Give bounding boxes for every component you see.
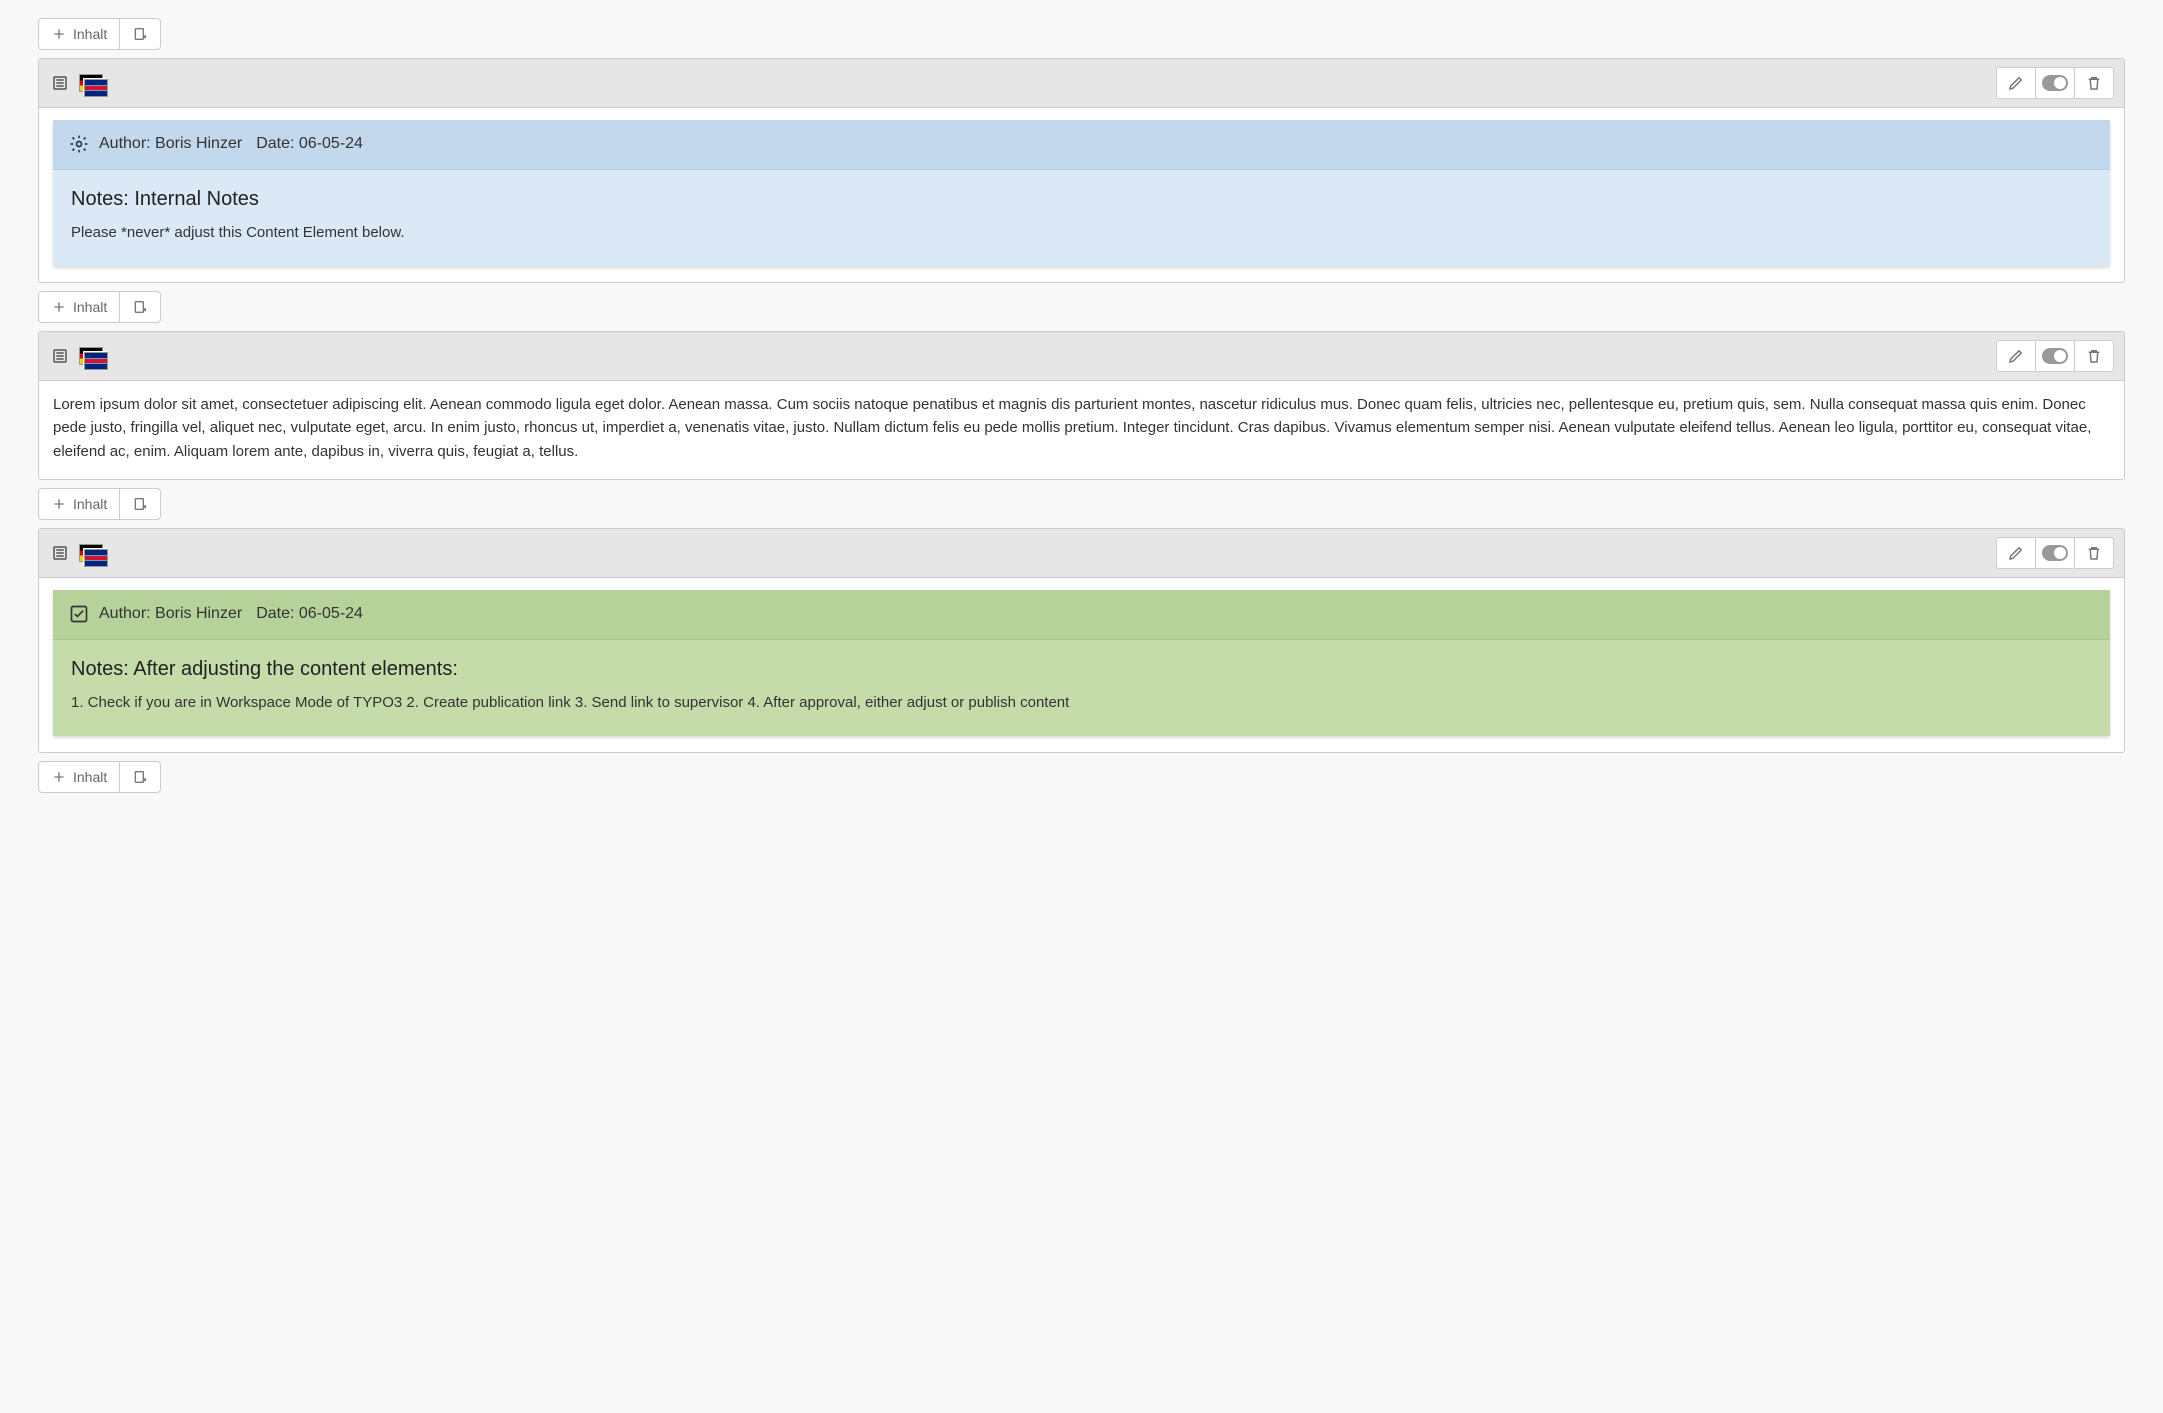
content-element: Author: Boris Hinzer Date: 06-05-24 Note… — [38, 58, 2125, 283]
toggle-visibility-button[interactable] — [2035, 67, 2075, 99]
note-header: Author: Boris Hinzer Date: 06-05-24 — [53, 590, 2110, 640]
content-element-body: Author: Boris Hinzer Date: 06-05-24 Note… — [39, 578, 2124, 752]
delete-button[interactable] — [2074, 537, 2114, 569]
content-element-header[interactable] — [39, 529, 2124, 578]
date-label: Date: — [256, 135, 294, 152]
add-content-paste-button[interactable] — [119, 488, 161, 520]
note-title: Notes: Internal Notes — [71, 184, 2092, 215]
note-block: Author: Boris Hinzer Date: 06-05-24 Note… — [53, 120, 2110, 266]
content-type-icon — [49, 345, 71, 367]
note-body: Notes: Internal Notes Please *never* adj… — [53, 170, 2110, 266]
edit-button[interactable] — [1996, 67, 2036, 99]
note-text: 1. Check if you are in Workspace Mode of… — [71, 691, 2092, 714]
content-element-header[interactable] — [39, 59, 2124, 108]
gear-icon — [69, 134, 89, 154]
plus-icon — [51, 26, 67, 42]
add-content-button[interactable]: Inhalt — [38, 291, 120, 323]
content-text: Lorem ipsum dolor sit amet, consectetuer… — [53, 393, 2110, 463]
delete-button[interactable] — [2074, 340, 2114, 372]
content-element: Lorem ipsum dolor sit amet, consectetuer… — [38, 331, 2125, 480]
add-content-row: Inhalt — [38, 18, 2125, 50]
content-element-header[interactable] — [39, 332, 2124, 381]
add-content-row: Inhalt — [38, 291, 2125, 323]
content-type-icon — [49, 72, 71, 94]
pencil-icon — [2007, 74, 2025, 92]
add-content-button[interactable]: Inhalt — [38, 18, 120, 50]
paste-icon — [132, 299, 148, 315]
add-content-paste-button[interactable] — [119, 761, 161, 793]
add-content-paste-button[interactable] — [119, 18, 161, 50]
trash-icon — [2085, 74, 2103, 92]
paste-icon — [132, 26, 148, 42]
pencil-icon — [2007, 544, 2025, 562]
language-flag-icon — [79, 544, 103, 562]
toggle-visibility-button[interactable] — [2035, 340, 2075, 372]
delete-button[interactable] — [2074, 67, 2114, 99]
author-label: Author: — [99, 605, 151, 622]
author-label: Author: — [99, 135, 151, 152]
add-content-label: Inhalt — [73, 769, 107, 785]
note-body: Notes: After adjusting the content eleme… — [53, 640, 2110, 736]
edit-button[interactable] — [1996, 537, 2036, 569]
note-title: Notes: After adjusting the content eleme… — [71, 654, 2092, 685]
plus-icon — [51, 496, 67, 512]
action-group — [1996, 67, 2114, 99]
check-icon — [69, 604, 89, 624]
action-group — [1996, 537, 2114, 569]
author-value: Boris Hinzer — [155, 605, 242, 622]
pencil-icon — [2007, 347, 2025, 365]
toggle-icon — [2042, 545, 2068, 561]
toggle-icon — [2042, 348, 2068, 364]
language-flag-icon — [79, 74, 103, 92]
note-block: Author: Boris Hinzer Date: 06-05-24 Note… — [53, 590, 2110, 736]
date-value: 06-05-24 — [299, 605, 363, 622]
plus-icon — [51, 769, 67, 785]
content-element: Author: Boris Hinzer Date: 06-05-24 Note… — [38, 528, 2125, 753]
add-content-label: Inhalt — [73, 299, 107, 315]
author-value: Boris Hinzer — [155, 135, 242, 152]
note-meta: Author: Boris Hinzer Date: 06-05-24 — [99, 602, 363, 627]
content-element-body: Lorem ipsum dolor sit amet, consectetuer… — [39, 381, 2124, 479]
add-content-button[interactable]: Inhalt — [38, 761, 120, 793]
add-content-row: Inhalt — [38, 488, 2125, 520]
content-element-body: Author: Boris Hinzer Date: 06-05-24 Note… — [39, 108, 2124, 282]
add-content-label: Inhalt — [73, 26, 107, 42]
paste-icon — [132, 769, 148, 785]
note-header: Author: Boris Hinzer Date: 06-05-24 — [53, 120, 2110, 170]
trash-icon — [2085, 544, 2103, 562]
trash-icon — [2085, 347, 2103, 365]
add-content-button[interactable]: Inhalt — [38, 488, 120, 520]
add-content-row: Inhalt — [38, 761, 2125, 793]
language-flag-icon — [79, 347, 103, 365]
content-type-icon — [49, 542, 71, 564]
action-group — [1996, 340, 2114, 372]
toggle-visibility-button[interactable] — [2035, 537, 2075, 569]
note-meta: Author: Boris Hinzer Date: 06-05-24 — [99, 132, 363, 157]
toggle-icon — [2042, 75, 2068, 91]
add-content-label: Inhalt — [73, 496, 107, 512]
edit-button[interactable] — [1996, 340, 2036, 372]
paste-icon — [132, 496, 148, 512]
date-value: 06-05-24 — [299, 135, 363, 152]
add-content-paste-button[interactable] — [119, 291, 161, 323]
plus-icon — [51, 299, 67, 315]
note-text: Please *never* adjust this Content Eleme… — [71, 221, 2092, 244]
date-label: Date: — [256, 605, 294, 622]
